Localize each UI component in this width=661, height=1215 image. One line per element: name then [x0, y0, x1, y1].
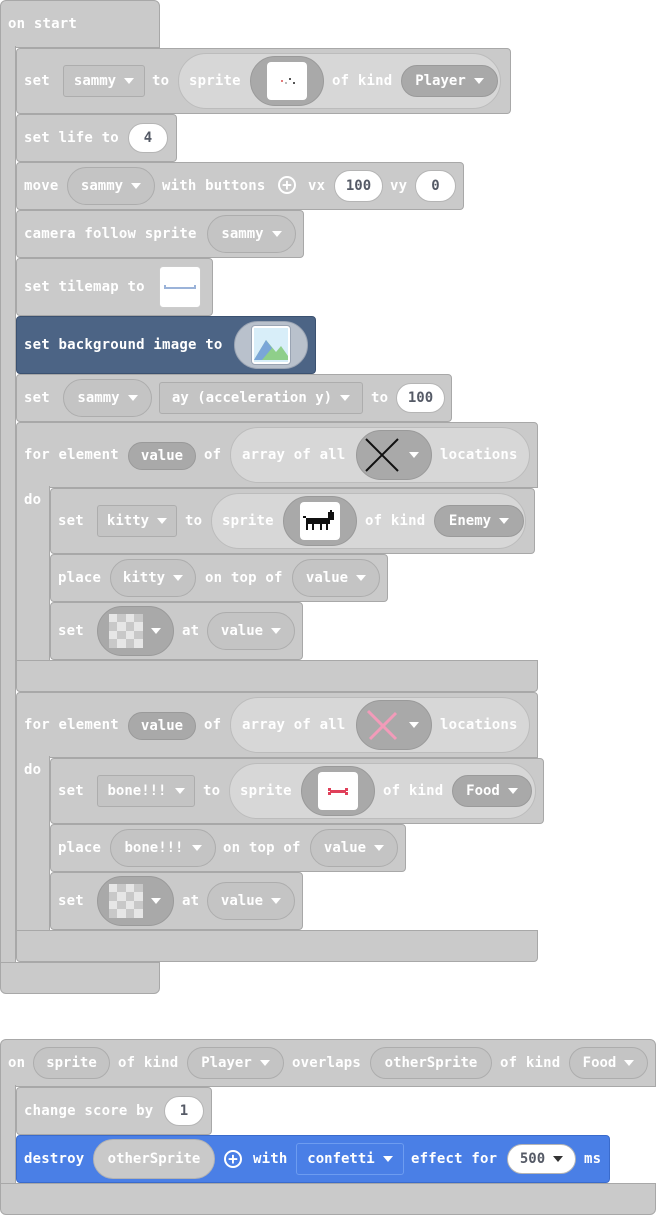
life-value-input[interactable]: 4	[128, 123, 168, 153]
locations-label: locations	[440, 717, 518, 733]
vy-input[interactable]: 0	[415, 170, 456, 202]
expand-plus-icon[interactable]: +	[224, 1150, 242, 1168]
mountain-image-icon	[251, 325, 291, 365]
kitty-variable-dropdown[interactable]: kitty	[97, 505, 177, 537]
set-life-label: set life to	[24, 130, 119, 146]
to-label: to	[371, 390, 389, 406]
do-label: do	[24, 762, 42, 778]
camera-variable-dropdown[interactable]: sammy	[207, 215, 296, 253]
vx-input[interactable]: 100	[334, 170, 383, 202]
on-start-label: on start	[8, 16, 78, 32]
effect-dropdown[interactable]: confetti	[296, 1143, 404, 1175]
on-start-footer	[0, 962, 160, 994]
of-label: of	[204, 447, 222, 463]
bone-variable-dropdown[interactable]: bone!!!	[97, 775, 195, 807]
on-top-of-label: on top of	[205, 570, 283, 586]
at-label: at	[182, 893, 200, 909]
of-kind-label: of kind	[365, 513, 426, 529]
array-of-all-label: array of all	[242, 717, 346, 733]
location-variable-dropdown[interactable]: value	[292, 559, 380, 597]
with-buttons-label: with buttons	[162, 178, 266, 194]
set-label: set	[58, 783, 84, 799]
at-label: at	[182, 623, 200, 639]
cross-tile-icon	[365, 438, 399, 472]
loop-1-footer	[16, 660, 538, 692]
loop-1-rail	[16, 486, 50, 662]
place-variable-dropdown[interactable]: bone!!!	[110, 829, 216, 867]
for-element-label: for element	[24, 447, 119, 463]
change-score-label: change score by	[24, 1103, 154, 1119]
array-of-all-label: array of all	[242, 447, 346, 463]
kind-dropdown-1[interactable]: Player	[187, 1047, 284, 1079]
loop-variable[interactable]: value	[128, 712, 196, 740]
kind-dropdown-2[interactable]: Food	[569, 1047, 648, 1079]
other-sprite-variable[interactable]: otherSprite	[370, 1047, 492, 1079]
set-label: set	[58, 623, 84, 639]
vx-label: vx	[308, 178, 326, 194]
on-label: on	[8, 1055, 26, 1071]
overlap-footer	[0, 1183, 656, 1215]
tilemap-image[interactable]	[159, 266, 201, 308]
duration-dropdown[interactable]: 500	[507, 1144, 576, 1174]
expand-plus-icon[interactable]: +	[278, 176, 296, 194]
kind-dropdown[interactable]: Food	[452, 775, 532, 807]
location-variable-dropdown[interactable]: value	[310, 829, 398, 867]
overlaps-label: overlaps	[292, 1055, 362, 1071]
kitty-sprite-image	[300, 502, 340, 540]
effect-for-label: effect for	[411, 1151, 498, 1167]
bone-sprite-image	[318, 772, 358, 810]
place-label: place	[58, 840, 102, 856]
do-label: do	[24, 492, 42, 508]
of-kind-label: of kind	[500, 1055, 561, 1071]
on-start-body-rail	[0, 46, 16, 966]
to-label: to	[152, 73, 170, 89]
score-value-input[interactable]: 1	[164, 1096, 204, 1126]
loop-2-footer	[16, 930, 538, 962]
of-label: of	[204, 717, 222, 733]
camera-follow-label: camera follow sprite	[24, 226, 197, 242]
variable-dropdown[interactable]: sammy	[63, 65, 145, 97]
on-top-of-label: on top of	[223, 840, 301, 856]
set-tilemap-label: set tilemap to	[24, 279, 145, 295]
for-element-label: for element	[24, 717, 119, 733]
vy-label: vy	[390, 178, 408, 194]
set-label: set	[24, 73, 50, 89]
ay-variable-dropdown[interactable]: sammy	[63, 379, 152, 417]
sprite-label: sprite	[222, 513, 274, 529]
property-dropdown[interactable]: ay (acceleration y)	[159, 382, 363, 414]
of-kind-label: of kind	[332, 73, 393, 89]
set-label: set	[58, 893, 84, 909]
to-label: to	[203, 783, 221, 799]
set-label: set	[58, 513, 84, 529]
loop-variable[interactable]: value	[128, 442, 196, 470]
ms-label: ms	[584, 1151, 602, 1167]
ay-value-input[interactable]: 100	[396, 383, 445, 413]
overlap-body-rail	[0, 1085, 16, 1185]
sprite-label: sprite	[189, 73, 241, 89]
kind-dropdown[interactable]: Enemy	[434, 505, 524, 537]
place-label: place	[58, 570, 102, 586]
locations-label: locations	[440, 447, 518, 463]
move-label: move	[24, 178, 59, 194]
tile-location-dropdown[interactable]: value	[207, 882, 295, 920]
transparent-tile-icon	[109, 884, 143, 918]
transparent-tile-icon	[109, 614, 143, 648]
to-label: to	[185, 513, 203, 529]
of-kind-label: of kind	[118, 1055, 179, 1071]
place-variable-dropdown[interactable]: kitty	[110, 559, 196, 597]
destroy-target-variable[interactable]: otherSprite	[93, 1139, 215, 1179]
set-label: set	[24, 390, 50, 406]
sammy-sprite-image	[267, 62, 307, 100]
move-variable-dropdown[interactable]: sammy	[67, 167, 155, 205]
with-label: with	[253, 1151, 288, 1167]
sprite-label: sprite	[240, 783, 292, 799]
loop-2-rail	[16, 756, 50, 932]
set-background-label: set background image to	[24, 337, 223, 353]
destroy-label: destroy	[24, 1151, 85, 1167]
sprite-variable[interactable]: sprite	[33, 1047, 110, 1079]
kind-dropdown[interactable]: Player	[401, 65, 498, 97]
pink-cross-tile-icon	[366, 709, 398, 741]
tile-location-dropdown[interactable]: value	[207, 612, 295, 650]
of-kind-label: of kind	[383, 783, 444, 799]
